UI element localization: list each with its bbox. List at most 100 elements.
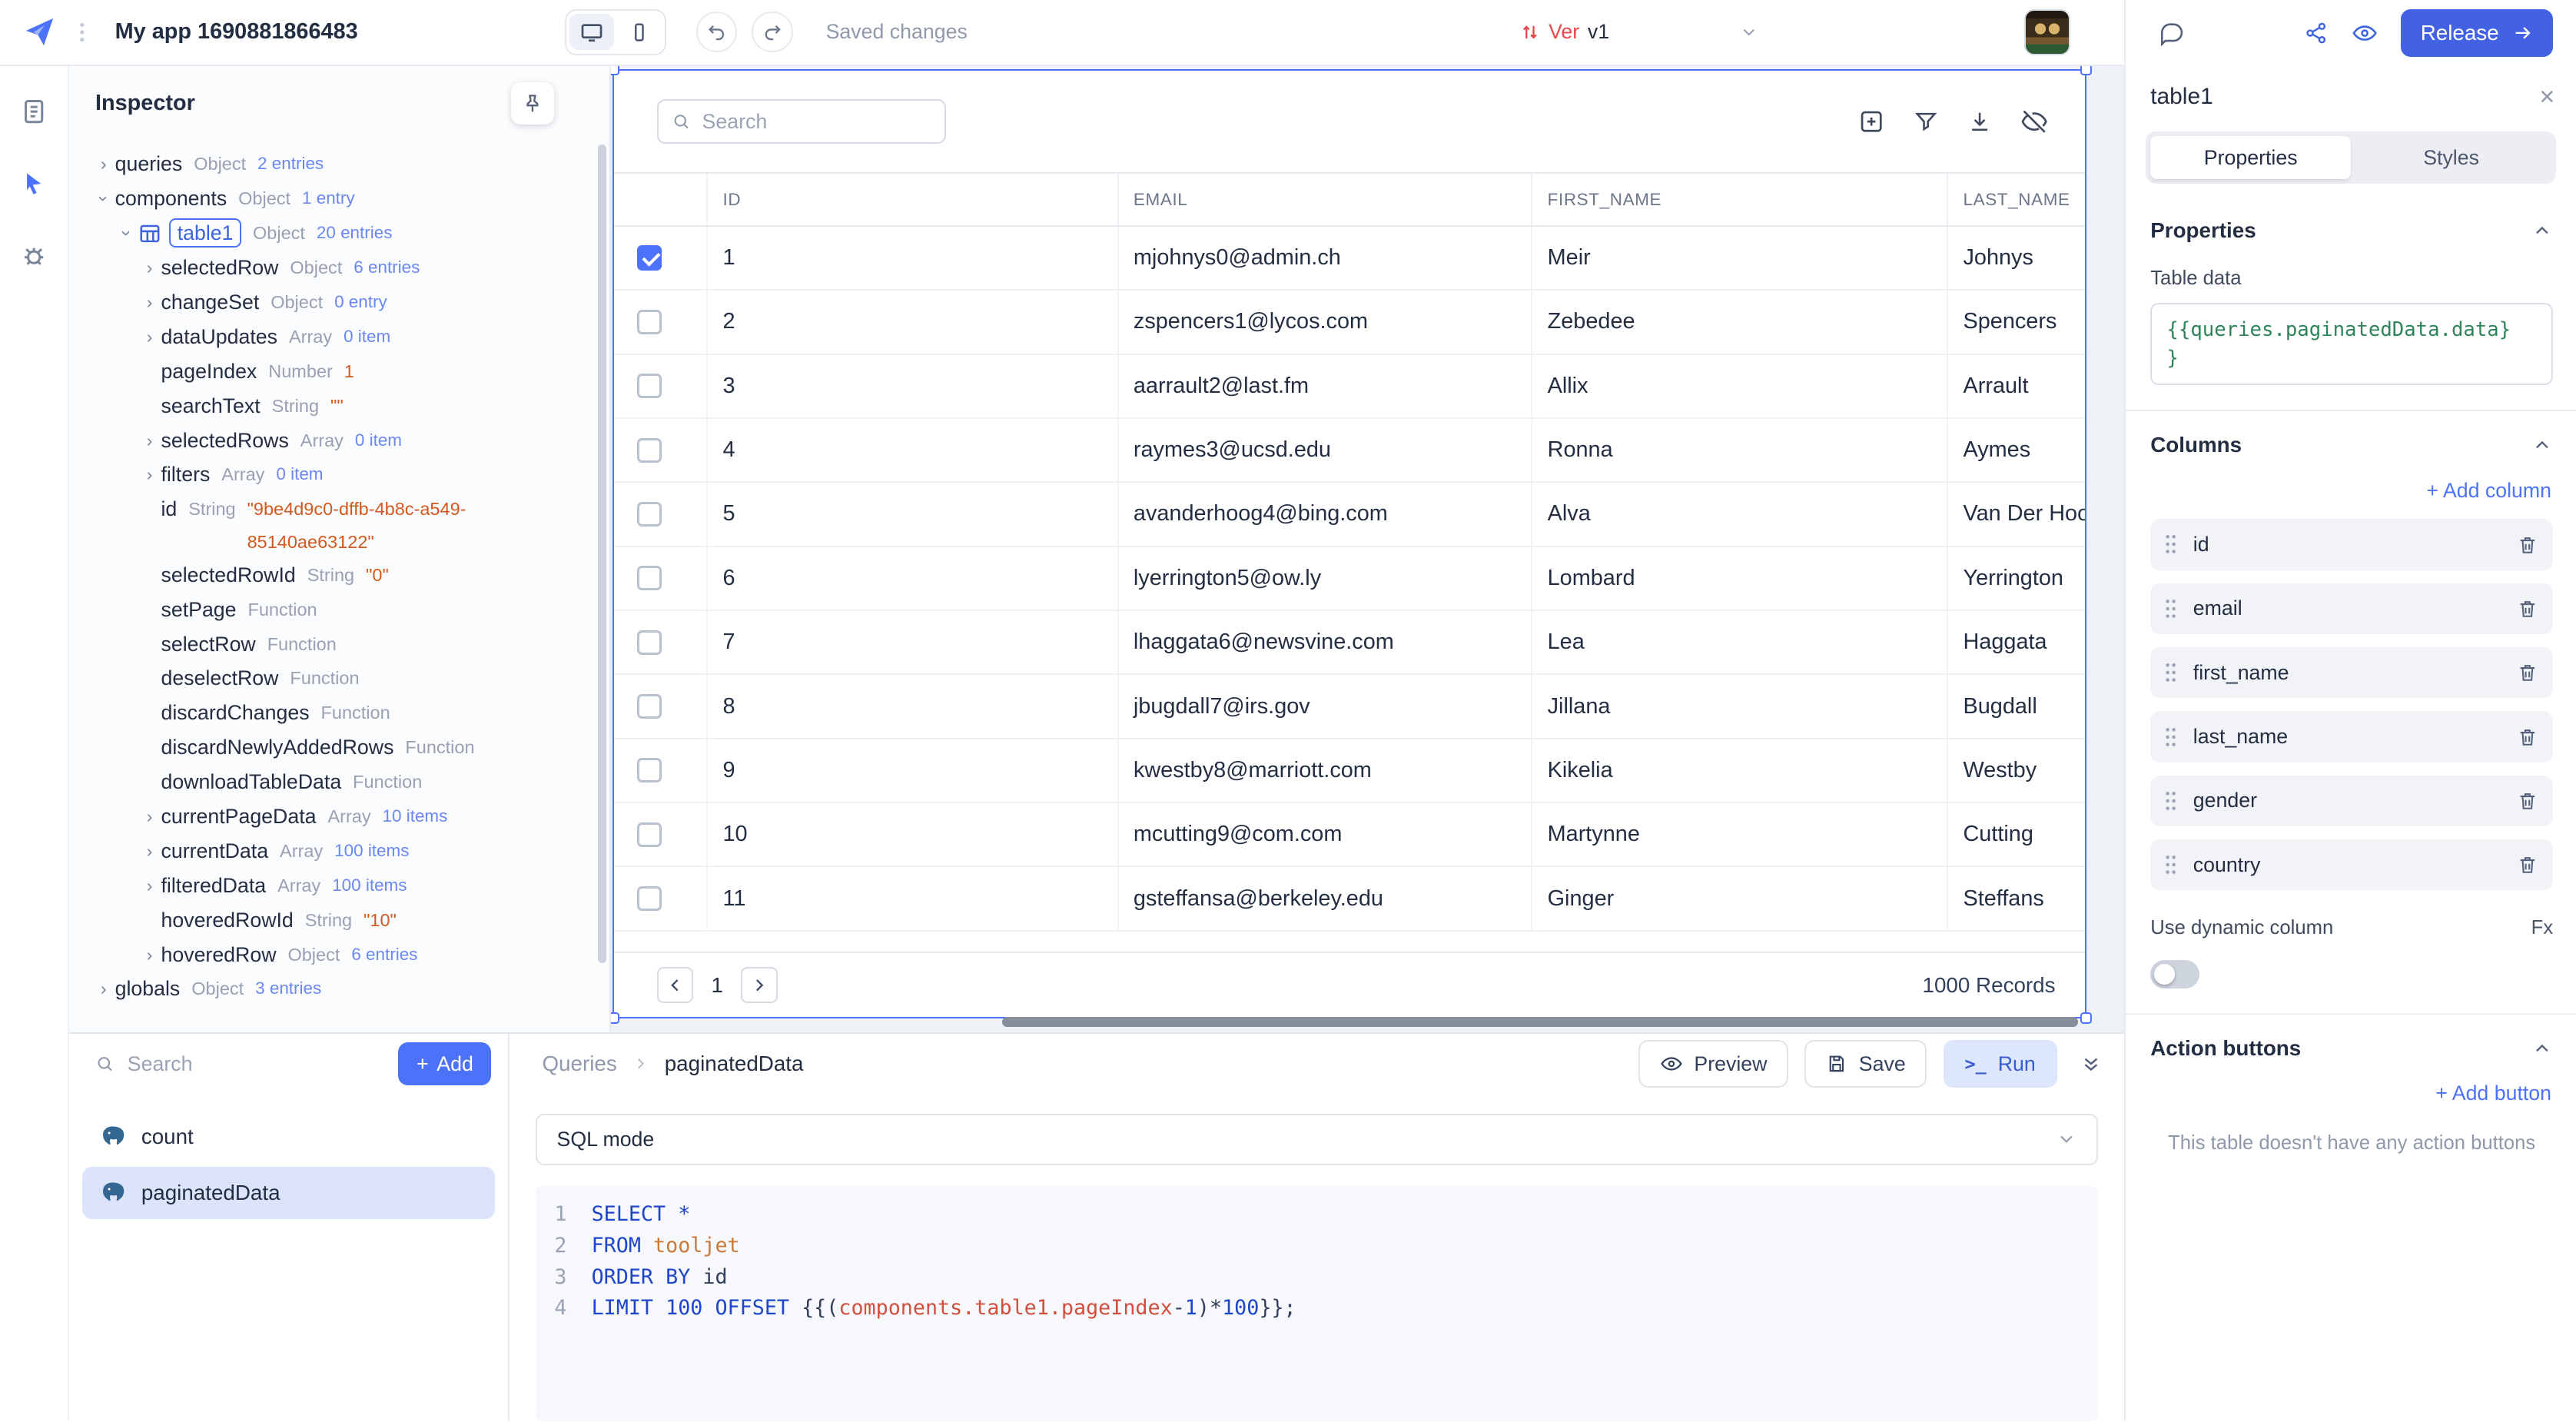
table-row[interactable]: 7lhaggata6@newsvine.comLeaHaggata xyxy=(614,611,2085,675)
chevron-right-icon[interactable]: › xyxy=(138,286,161,319)
chevron-up-icon[interactable] xyxy=(2531,434,2553,456)
inspector-node-setPage[interactable]: setPageFunction xyxy=(69,593,609,628)
delete-column-icon[interactable] xyxy=(2517,790,2538,812)
drag-handle-icon[interactable] xyxy=(2163,597,2178,620)
row-checkbox[interactable] xyxy=(637,758,662,782)
drag-handle-icon[interactable] xyxy=(2163,661,2178,684)
hide-columns-icon[interactable] xyxy=(2019,107,2048,136)
inspector-node-currentPageData[interactable]: ›currentPageDataArray10 items xyxy=(69,800,609,835)
resize-handle[interactable] xyxy=(2080,66,2092,76)
chevron-right-icon[interactable]: › xyxy=(92,972,115,1005)
breadcrumb-current[interactable]: paginatedData xyxy=(665,1052,804,1076)
table-row[interactable]: 9kwestby8@marriott.comKikeliaWestby xyxy=(614,739,2085,803)
release-button[interactable]: Release xyxy=(2401,9,2553,57)
inspector-node-hoveredRow[interactable]: ›hoveredRowObject6 entries xyxy=(69,939,609,973)
row-checkbox[interactable] xyxy=(637,822,662,847)
column-item-last_name[interactable]: last_name xyxy=(2150,711,2553,762)
unpin-icon[interactable] xyxy=(511,82,554,125)
resize-handle[interactable] xyxy=(2080,1012,2092,1024)
inspector-node-discardNewlyAddedRows[interactable]: discardNewlyAddedRowsFunction xyxy=(69,731,609,766)
column-item-country[interactable]: country xyxy=(2150,839,2553,890)
fx-button[interactable]: Fx xyxy=(2531,917,2553,939)
query-search-box[interactable] xyxy=(95,1052,385,1076)
row-checkbox[interactable] xyxy=(637,694,662,719)
chevron-up-icon[interactable] xyxy=(2531,220,2553,241)
chevron-right-icon[interactable]: › xyxy=(138,321,161,354)
app-preview-icon[interactable] xyxy=(2352,20,2378,46)
run-button[interactable]: >_ Run xyxy=(1944,1040,2057,1088)
inspector-node-selectedRows[interactable]: ›selectedRowsArray0 item xyxy=(69,424,609,459)
tab-styles[interactable]: Styles xyxy=(2351,136,2551,179)
mobile-view-button[interactable] xyxy=(617,14,662,50)
chevron-right-icon[interactable]: › xyxy=(138,251,161,284)
table1-widget[interactable]: IDEMAILFIRST_NAMELAST_NAME 1mjohnys0@adm… xyxy=(612,69,2086,1019)
close-icon[interactable]: × xyxy=(2539,84,2554,110)
column-item-first_name[interactable]: first_name xyxy=(2150,647,2553,698)
column-header-email[interactable]: EMAIL xyxy=(1119,174,1533,225)
inspector-node-selectedRowId[interactable]: selectedRowIdString"0" xyxy=(69,559,609,593)
save-button[interactable]: Save xyxy=(1804,1040,1927,1088)
table-row[interactable]: 1mjohnys0@admin.chMeirJohnys xyxy=(614,227,2085,291)
inspector-node-components[interactable]: ›componentsObject1 entry xyxy=(69,182,609,217)
sql-mode-select[interactable]: SQL mode xyxy=(536,1114,2098,1165)
table-row[interactable]: 5avanderhoog4@bing.comAlvaVan Der Hoog xyxy=(614,483,2085,547)
column-item-id[interactable]: id xyxy=(2150,519,2553,570)
inspector-node-downloadTableData[interactable]: downloadTableDataFunction xyxy=(69,766,609,800)
row-checkbox[interactable] xyxy=(637,374,662,398)
app-canvas[interactable]: IDEMAILFIRST_NAMELAST_NAME 1mjohnys0@adm… xyxy=(611,66,2124,1032)
redo-button[interactable] xyxy=(752,12,792,52)
resize-handle[interactable] xyxy=(611,66,619,76)
column-header-last_name[interactable]: LAST_NAME xyxy=(1948,174,2085,225)
user-avatar[interactable] xyxy=(2024,9,2070,55)
query-item-paginatedData[interactable]: paginatedData xyxy=(82,1167,495,1219)
delete-column-icon[interactable] xyxy=(2517,854,2538,875)
delete-column-icon[interactable] xyxy=(2517,662,2538,683)
inspector-node-selectedRow[interactable]: ›selectedRowObject6 entries xyxy=(69,251,609,286)
table-row[interactable]: 11gsteffansa@berkeley.eduGingerSteffans xyxy=(614,867,2085,931)
add-action-button-link[interactable]: + Add button xyxy=(2150,1081,2551,1105)
inspector-node-queries[interactable]: ›queriesObject2 entries xyxy=(69,148,609,182)
download-icon[interactable] xyxy=(1965,107,1994,136)
add-row-icon[interactable] xyxy=(1857,107,1886,136)
debugger-icon[interactable] xyxy=(18,240,51,273)
table-row[interactable]: 4raymes3@ucsd.eduRonnaAymes xyxy=(614,419,2085,483)
row-checkbox[interactable] xyxy=(637,310,662,334)
delete-column-icon[interactable] xyxy=(2517,726,2538,748)
inspector-node-globals[interactable]: ›globalsObject3 entries xyxy=(69,972,609,1007)
share-icon[interactable] xyxy=(2304,21,2329,45)
inspector-node-id[interactable]: idString"9be4d9c0-dffb-4b8c-a549-85140ae… xyxy=(69,493,609,559)
inspector-node-deselectRow[interactable]: deselectRowFunction xyxy=(69,662,609,696)
chevron-right-icon[interactable]: › xyxy=(138,458,161,491)
inspector-cursor-icon[interactable] xyxy=(18,168,51,201)
row-checkbox[interactable] xyxy=(637,245,662,270)
table-row[interactable]: 8jbugdall7@irs.govJillanaBugdall xyxy=(614,675,2085,739)
inspector-node-filters[interactable]: ›filtersArray0 item xyxy=(69,458,609,493)
next-page-button[interactable] xyxy=(741,967,777,1003)
drag-handle-icon[interactable] xyxy=(2163,726,2178,749)
chevron-right-icon[interactable]: › xyxy=(138,424,161,457)
drag-handle-icon[interactable] xyxy=(2163,533,2178,556)
column-header-first_name[interactable]: FIRST_NAME xyxy=(1532,174,1948,225)
row-checkbox[interactable] xyxy=(637,502,662,527)
pages-icon[interactable] xyxy=(18,95,51,128)
row-checkbox[interactable] xyxy=(637,566,662,590)
inspector-node-hoveredRowId[interactable]: hoveredRowIdString"10" xyxy=(69,904,609,939)
chevron-down-icon[interactable]: › xyxy=(110,222,143,245)
inspector-node-dataUpdates[interactable]: ›dataUpdatesArray0 item xyxy=(69,321,609,355)
delete-column-icon[interactable] xyxy=(2517,534,2538,556)
column-item-email[interactable]: email xyxy=(2150,583,2553,634)
column-item-gender[interactable]: gender xyxy=(2150,776,2553,826)
chevron-right-icon[interactable]: › xyxy=(138,800,161,833)
app-title[interactable]: My app 1690881866483 xyxy=(115,19,358,45)
row-checkbox[interactable] xyxy=(637,886,662,911)
chevron-down-icon[interactable]: › xyxy=(87,188,120,211)
table-data-input[interactable]: {{queries.paginatedData.data} } xyxy=(2150,303,2553,385)
add-column-link[interactable]: + Add column xyxy=(2150,479,2551,503)
table-row[interactable]: 10mcutting9@com.comMartynneCutting xyxy=(614,803,2085,867)
inspector-node-currentData[interactable]: ›currentDataArray100 items xyxy=(69,835,609,869)
canvas-horizontal-scrollbar[interactable] xyxy=(1002,1017,2078,1027)
chevron-right-icon[interactable]: › xyxy=(138,835,161,868)
drag-handle-icon[interactable] xyxy=(2163,853,2178,876)
desktop-view-button[interactable] xyxy=(569,14,614,50)
app-menu-kebab-icon[interactable] xyxy=(72,21,92,44)
